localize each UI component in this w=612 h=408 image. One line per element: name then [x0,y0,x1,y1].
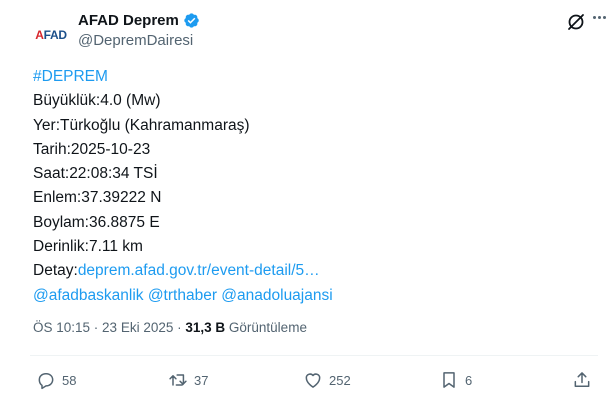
repost-count: 37 [194,372,209,388]
text-line-detail: Detay:deprem.afad.gov.tr/event-detail/5… [33,259,593,283]
tweet-meta: ÖS 10:15 · 23 Eki 2025 · 31,3 B Görüntül… [33,320,307,335]
bookmark-count: 6 [465,372,473,388]
detail-label: Detay: [33,262,78,280]
avatar-logo: AFAD [35,28,67,42]
text-line-depth: Derinlik:7.11 km [33,238,143,256]
avatar[interactable]: AFAD [30,14,72,56]
text-line-longitude: Boylam:36.8875 E [33,213,160,231]
tweet-body: #DEPREM Büyüklük:4.0 (Mw) Yer:Türkoğlu (… [33,65,593,308]
hashtag-link[interactable]: #DEPREM [33,65,593,89]
tweet-time[interactable]: ÖS 10:15 [33,320,90,335]
handle[interactable]: @DepremDairesi [78,32,200,49]
reply-count: 58 [62,372,77,388]
display-name[interactable]: AFAD Deprem [78,12,179,29]
text-line-date: Tarih:2025-10-23 [33,140,151,158]
grok-icon[interactable] [566,12,586,32]
action-bar: 58 37 252 6 [36,370,596,394]
verified-badge-icon[interactable] [183,12,200,29]
like-count: 252 [329,372,351,388]
more-options-icon[interactable] [593,16,606,19]
bookmark-icon [443,372,455,388]
reply-button[interactable]: 58 [36,370,76,390]
views-count: 31,3 B [185,320,226,335]
like-button[interactable]: 252 [303,370,351,390]
share-button[interactable] [572,370,592,390]
share-icon [574,372,590,387]
tweet-header: AFAD AFAD Deprem @DepremDairesi [30,8,606,56]
mentions-link[interactable]: @afadbaskanlik @trthaber @anadoluajansi [33,284,593,308]
bookmark-button[interactable]: 6 [439,370,472,390]
text-line-latitude: Enlem:37.39222 N [33,189,162,207]
divider [30,355,598,356]
detail-link[interactable]: deprem.afad.gov.tr/event-detail/5… [78,262,320,279]
views-label: Görüntüleme [228,320,307,335]
author-names: AFAD Deprem @DepremDairesi [78,10,200,49]
meta-separator: · [173,320,186,335]
heart-icon [305,373,321,388]
text-line-time: Saat:22:08:34 TSİ [33,165,158,183]
repost-icon [169,374,187,386]
tweet-date[interactable]: 23 Eki 2025 [102,320,173,335]
text-line-location: Yer:Türkoğlu (Kahramanmaraş) [33,116,250,134]
reply-icon [38,373,54,390]
text-line-magnitude: Büyüklük:4.0 (Mw) [33,92,161,110]
repost-button[interactable]: 37 [168,370,208,390]
meta-separator: · [90,320,103,335]
